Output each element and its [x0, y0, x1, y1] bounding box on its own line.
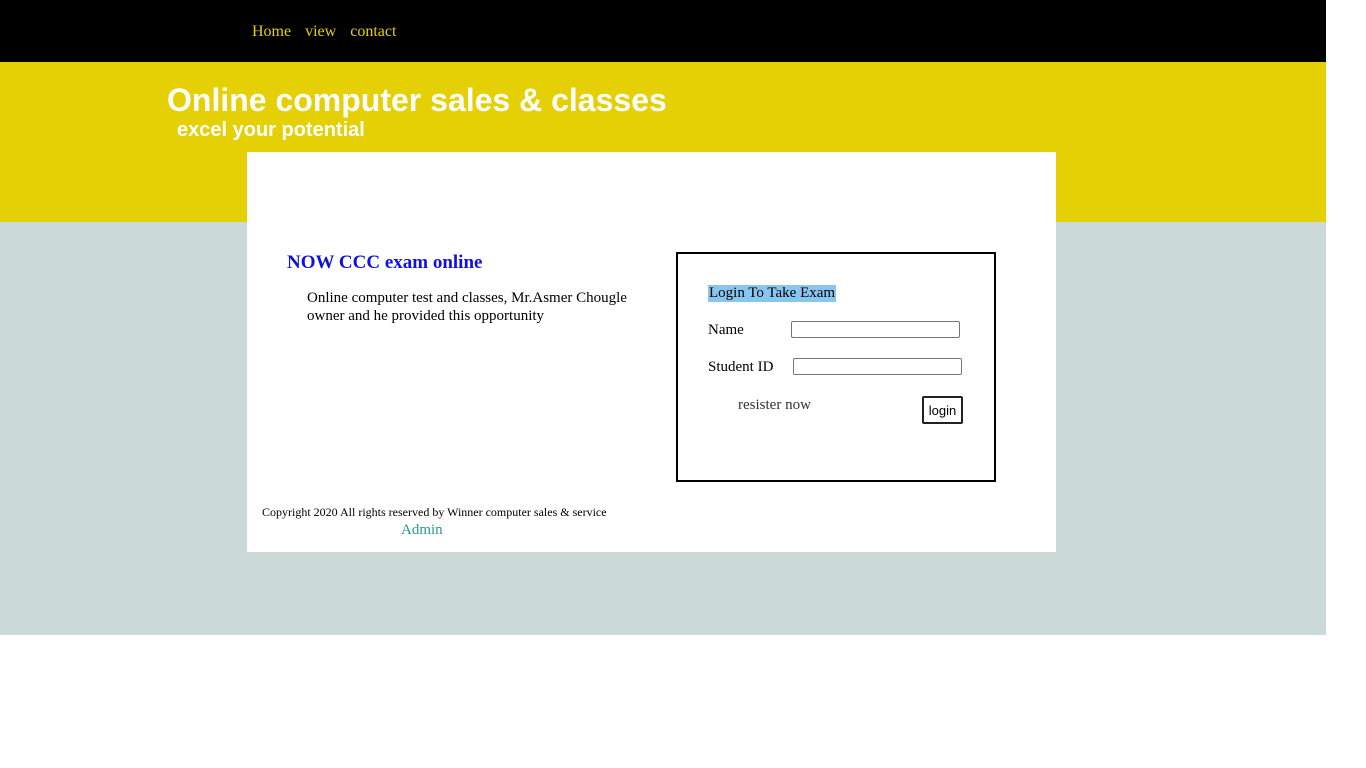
- register-link[interactable]: resister now: [738, 396, 811, 414]
- name-input[interactable]: [791, 321, 960, 338]
- site-title: Online computer sales & classes: [167, 82, 667, 118]
- login-form: Login To Take Exam Name Student ID resis…: [676, 252, 996, 482]
- promo-text: Online computer test and classes, Mr.Asm…: [307, 290, 627, 324]
- student-id-input[interactable]: [793, 358, 962, 375]
- nav-link-contact[interactable]: contact: [350, 23, 396, 41]
- login-button[interactable]: login: [922, 396, 963, 424]
- promo-title: NOW CCC exam online: [287, 252, 483, 273]
- content-card: NOW CCC exam online Online computer test…: [247, 152, 1056, 552]
- site-tagline: excel your potential: [177, 119, 365, 141]
- nav-link-view[interactable]: view: [305, 23, 336, 41]
- student-id-label: Student ID: [708, 359, 774, 375]
- admin-link[interactable]: Admin: [401, 521, 443, 539]
- login-heading: Login To Take Exam: [708, 285, 837, 302]
- main-nav: Home view contact: [252, 23, 396, 41]
- name-label: Name: [708, 322, 744, 338]
- nav-link-home[interactable]: Home: [252, 23, 291, 41]
- top-navbar: Home view contact: [0, 0, 1326, 62]
- copyright-text: Copyright 2020 All rights reserved by Wi…: [262, 505, 607, 519]
